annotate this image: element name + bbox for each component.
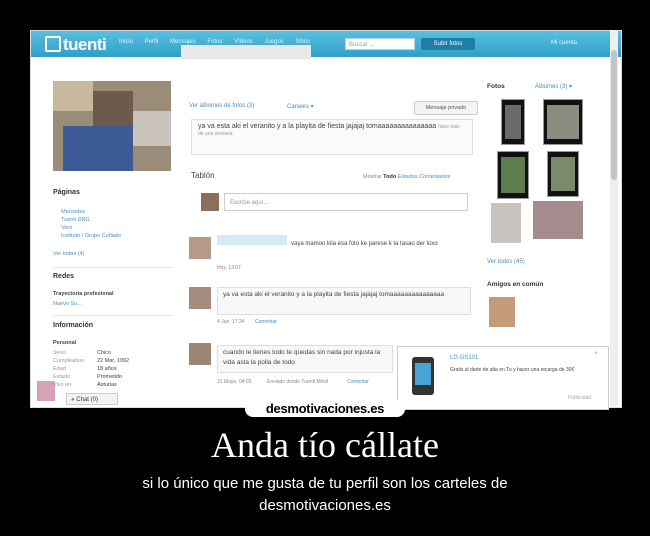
ad-popup[interactable]: LG GS101 Gratis al darte de alta en Tu y… — [397, 346, 609, 410]
post-author-avatar[interactable] — [189, 343, 211, 365]
pages-title: Páginas — [53, 189, 80, 196]
common-friend-photo[interactable] — [489, 297, 515, 327]
see-all-friends-link[interactable]: Ver todos (45) — [487, 259, 525, 265]
info-value: Asturias — [97, 382, 117, 388]
filter-label: Mostrar — [363, 174, 382, 180]
upload-photos-button[interactable]: Subir fotos — [421, 38, 475, 50]
page-link[interactable]: Vero — [61, 225, 72, 231]
comment-link[interactable]: Comentar — [255, 319, 277, 325]
chat-label: Chat — [76, 397, 89, 403]
info-label: Edad — [53, 366, 66, 372]
comment-link[interactable]: Comentar — [347, 379, 369, 385]
photo-screen — [505, 105, 521, 139]
photo-thumb[interactable] — [497, 151, 529, 199]
info-value: 18 años — [97, 366, 117, 372]
scrollbar-thumb[interactable] — [611, 50, 617, 180]
profile-name-blurred — [181, 45, 311, 59]
post-author-avatar[interactable] — [189, 287, 211, 309]
status-box: ya va esta aki el veranito y a la playit… — [191, 119, 473, 155]
see-all-pages-link[interactable]: Ver todas (4) — [53, 251, 85, 257]
friend-photo[interactable] — [491, 203, 521, 243]
photo-screen — [547, 105, 579, 139]
info-label: Sexo — [53, 350, 66, 356]
ad-body: Gratis al darte de alta en Tu y hacer un… — [450, 367, 575, 373]
avatar-block — [63, 126, 133, 171]
status-text: ya va esta aki el veranito y a la playit… — [198, 123, 437, 130]
wall-compose-input[interactable]: Escribe aquí... — [224, 193, 468, 211]
search-input[interactable]: Buscar ... — [345, 38, 415, 50]
top-navigation-bar: tuenti Inicio Perfil Mensajes Fotos Víde… — [31, 31, 621, 57]
networks-subtitle: Trayectoria profesional — [53, 291, 114, 297]
wall-filters: Mostrar Todo Estados Comentarios — [363, 174, 450, 180]
vertical-scrollbar[interactable] — [610, 30, 618, 406]
avatar-block — [133, 111, 171, 146]
post-quote: ya va esta aki el veranito y a la playit… — [217, 287, 471, 315]
post-author-name-blurred — [217, 235, 287, 245]
post-meta: 31 Mayo, 04:03 — [217, 379, 252, 385]
avatar-block — [93, 91, 133, 131]
logo-text: tuenti — [63, 35, 107, 54]
my-avatar-thumb — [201, 193, 219, 211]
divider — [53, 267, 173, 268]
post-quote: cuando le tienes todo te quedas sin nada… — [217, 345, 393, 373]
filter-comments[interactable]: Comentarios — [419, 174, 450, 180]
tuenti-logo[interactable]: tuenti — [45, 35, 107, 55]
networks-title: Redes — [53, 273, 75, 280]
info-subtitle: Personal — [53, 340, 77, 346]
private-message-button[interactable]: Mensaje privado — [414, 101, 478, 115]
info-label: Cumpleaños — [53, 358, 84, 364]
info-label: Vivo en — [53, 382, 72, 388]
divider — [53, 315, 173, 316]
profile-photo[interactable] — [53, 81, 171, 171]
chat-button[interactable]: ● Chat (0) — [66, 393, 118, 405]
network-link[interactable]: Nuevo Su... — [53, 301, 82, 307]
photos-title: Fotos — [487, 83, 505, 90]
poster-title: Anda tío cállate — [211, 425, 439, 465]
post-meta: 4 Jun, 17:34 — [217, 319, 245, 325]
page-link[interactable]: Mercedes — [61, 209, 85, 215]
friend-photo[interactable] — [533, 201, 583, 239]
filter-all[interactable]: Todo — [383, 174, 396, 180]
page-link[interactable]: Instituto / Grupo Cuñado — [61, 233, 121, 239]
post-source: Enviado desde Tuenti Móvil — [267, 379, 329, 385]
photo-screen — [501, 157, 525, 193]
photo-thumb[interactable] — [547, 151, 579, 197]
photo-thumb[interactable] — [501, 99, 525, 145]
info-value: Chico — [97, 350, 112, 356]
post-meta: Hoy, 13:07 — [217, 265, 241, 271]
photo-thumb[interactable] — [543, 99, 583, 145]
chat-status-icon: ● — [71, 397, 75, 403]
brand-label: desmotivaciones.es — [245, 400, 405, 417]
info-label: Estado — [53, 374, 71, 380]
chat-count: (0) — [90, 397, 98, 403]
filter-states[interactable]: Estados — [398, 174, 418, 180]
poster-subtitle: si lo único que me gusta de tu perfil so… — [142, 475, 508, 514]
info-value: Prometido — [97, 374, 123, 380]
phone-icon — [412, 357, 434, 395]
nav-perfil[interactable]: Perfil — [145, 39, 159, 45]
nav-inicio[interactable]: Inicio — [119, 39, 133, 45]
ad-title[interactable]: LG GS101 — [450, 355, 478, 361]
common-friends-title: Amigos en común — [487, 281, 544, 288]
logo-icon — [45, 36, 61, 52]
channels-dropdown[interactable]: Canales ▾ — [287, 103, 314, 110]
ad-publicity-label: Publicidad — [568, 395, 592, 401]
info-title: Información — [53, 322, 94, 329]
post-author-avatar[interactable] — [189, 237, 211, 259]
wall-title: Tablón — [191, 171, 215, 180]
post-text: vaya mamon kila esa foto ke parese k ta … — [291, 241, 438, 247]
avatar-block — [53, 81, 93, 111]
albums-link[interactable]: Ver álbumes de fotos (3) — [189, 103, 254, 109]
info-value: 22 Mar, 1992 — [97, 358, 130, 364]
page-link[interactable]: Tuenti DNG — [61, 217, 90, 223]
chat-avatar — [37, 381, 55, 401]
user-menu[interactable]: Mi cuenta — [551, 40, 577, 46]
phone-screen — [415, 363, 431, 385]
photo-screen — [551, 157, 575, 191]
albums-dropdown[interactable]: Álbumes (3) ▾ — [535, 83, 572, 90]
close-icon[interactable]: × — [594, 351, 598, 357]
